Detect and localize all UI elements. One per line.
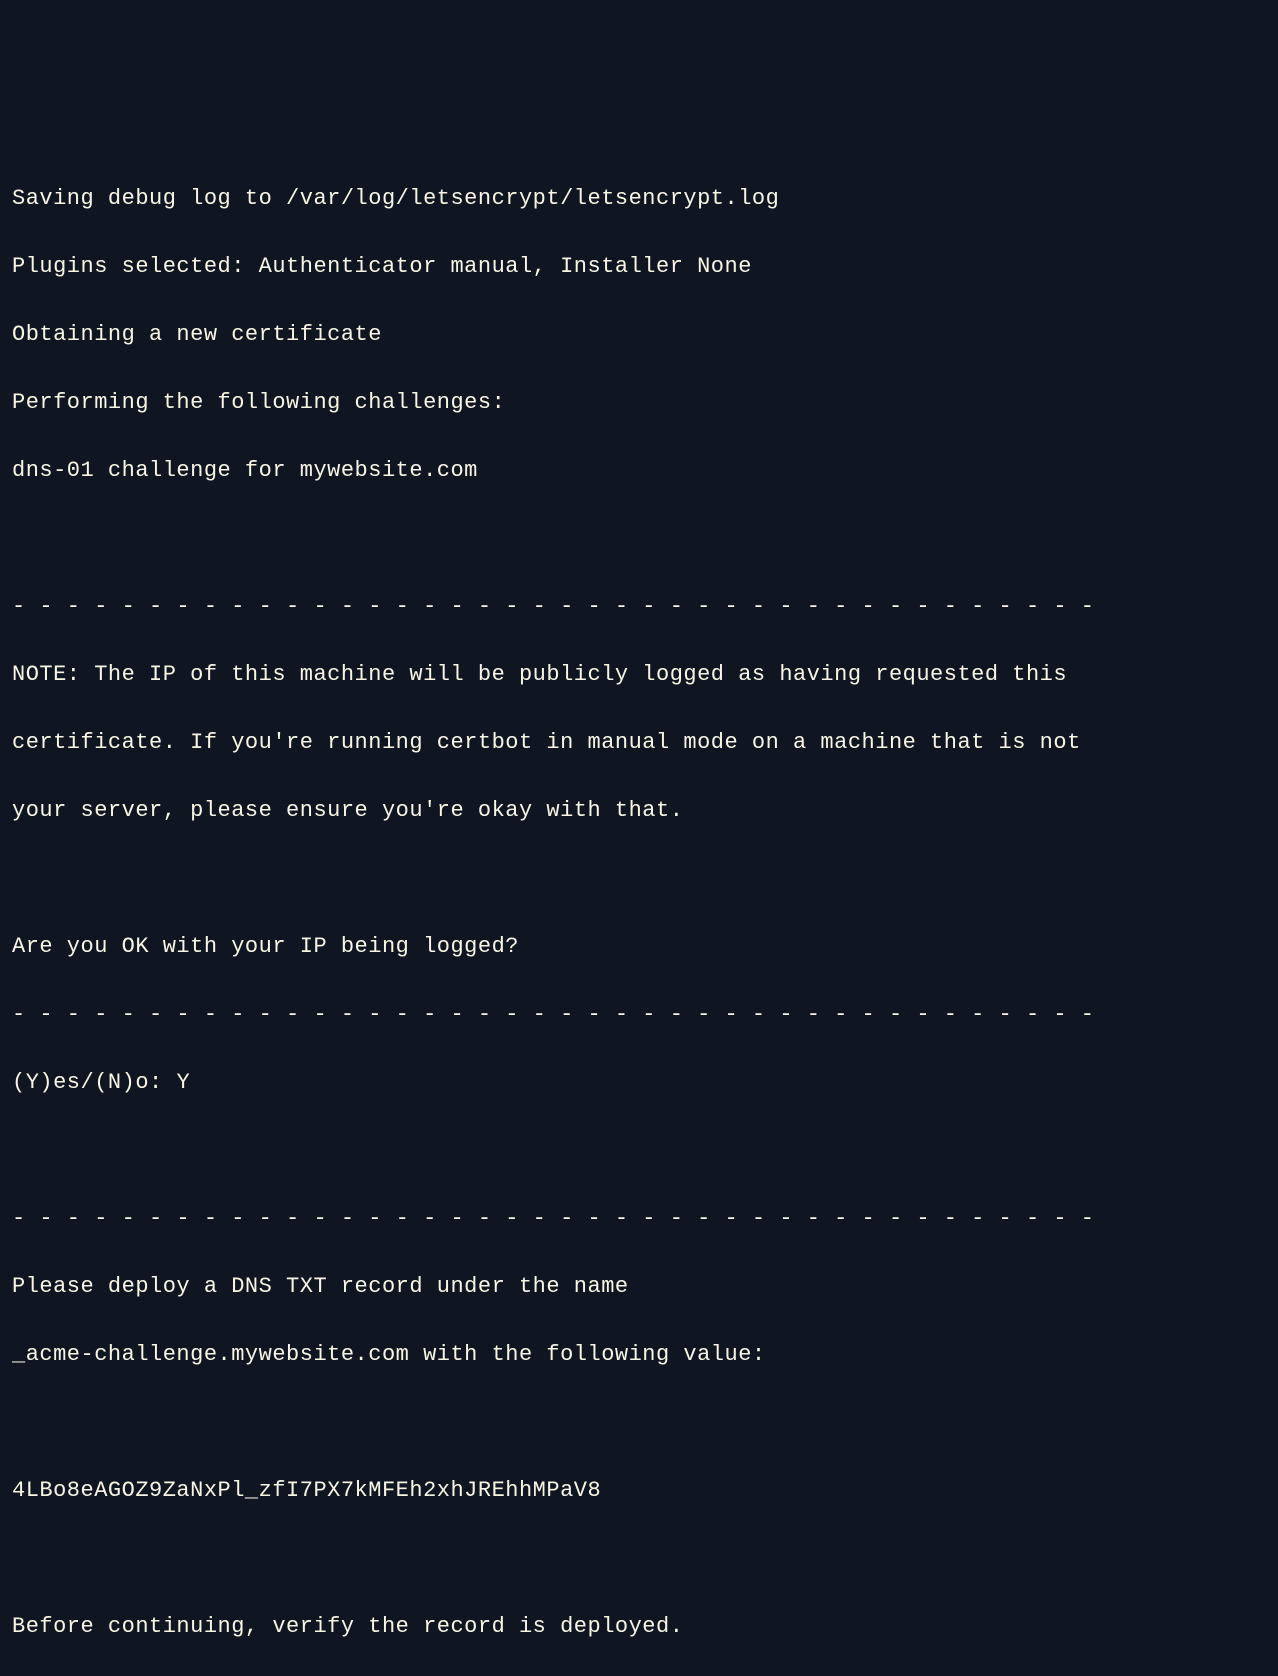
output-line: Are you OK with your IP being logged? [12,930,1266,964]
separator-line: - - - - - - - - - - - - - - - - - - - - … [12,998,1266,1032]
output-line: Performing the following challenges: [12,386,1266,420]
prompt-yesno[interactable]: (Y)es/(N)o: Y [12,1066,1266,1100]
output-line: Please deploy a DNS TXT record under the… [12,1270,1266,1304]
output-line: Before continuing, verify the record is … [12,1610,1266,1644]
output-line: Obtaining a new certificate [12,318,1266,352]
separator-line: - - - - - - - - - - - - - - - - - - - - … [12,1202,1266,1236]
blank-line [12,1406,1266,1440]
output-line: _acme-challenge.mywebsite.com with the f… [12,1338,1266,1372]
dns-txt-value: 4LBo8eAGOZ9ZaNxPl_zfI7PX7kMFEh2xhJREhhMP… [12,1474,1266,1508]
blank-line [12,522,1266,556]
prompt-label: (Y)es/(N)o: [12,1066,176,1100]
blank-line [12,862,1266,896]
output-line: certificate. If you're running certbot i… [12,726,1266,760]
output-line: NOTE: The IP of this machine will be pub… [12,658,1266,692]
prompt-input-value[interactable]: Y [176,1066,190,1100]
output-line: Saving debug log to /var/log/letsencrypt… [12,182,1266,216]
blank-line [12,1134,1266,1168]
output-line: Plugins selected: Authenticator manual, … [12,250,1266,284]
output-line: dns-01 challenge for mywebsite.com [12,454,1266,488]
output-line: your server, please ensure you're okay w… [12,794,1266,828]
blank-line [12,1542,1266,1576]
separator-line: - - - - - - - - - - - - - - - - - - - - … [12,590,1266,624]
terminal-output[interactable]: Saving debug log to /var/log/letsencrypt… [12,148,1266,1676]
